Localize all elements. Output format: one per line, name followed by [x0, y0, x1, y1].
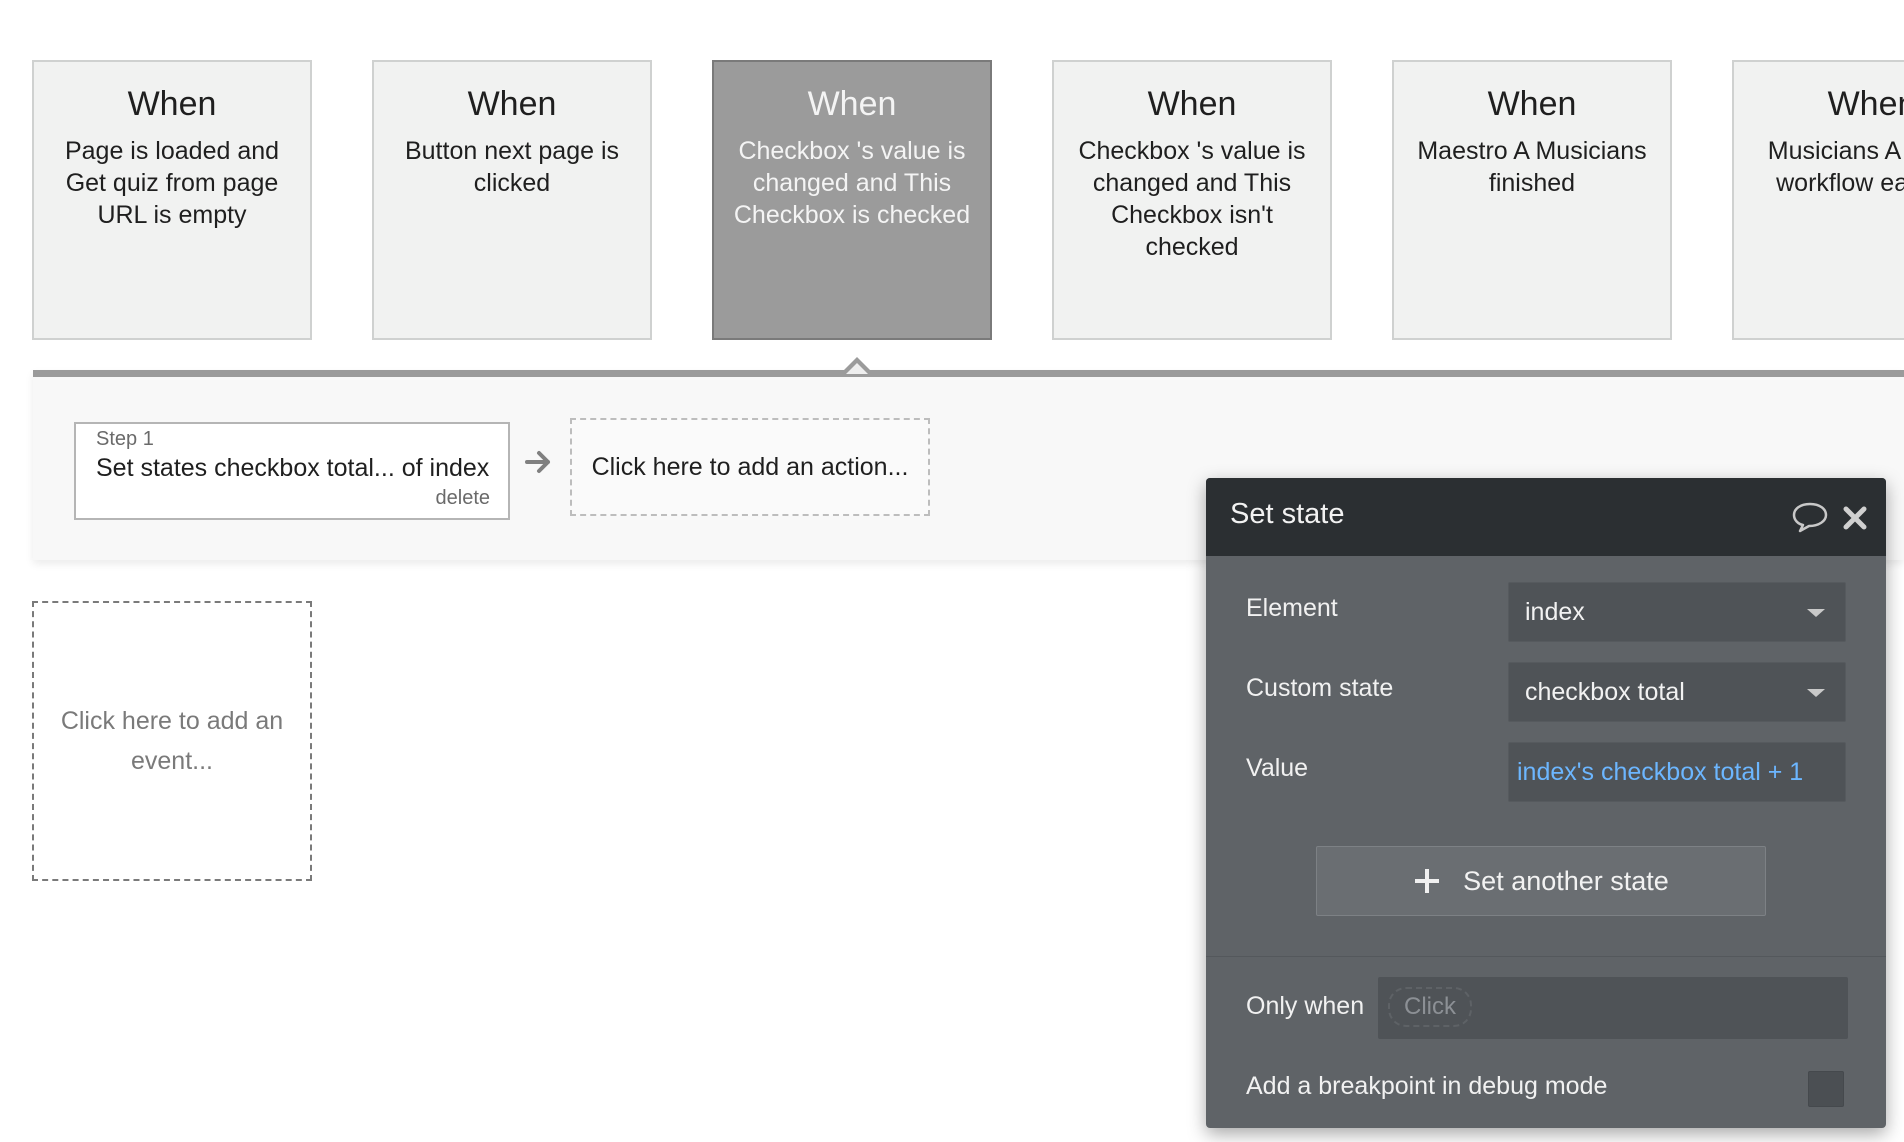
chevron-down-icon: [1807, 689, 1825, 697]
event-condition: Checkbox 's value is changed and This Ch…: [733, 136, 971, 229]
event-card-checkbox-unchecked[interactable]: When Checkbox 's value is changed and Th…: [1052, 60, 1332, 340]
event-card-maestro-finished[interactable]: When Maestro A Musicians finished: [1392, 60, 1672, 340]
event-when-label: When: [1487, 85, 1577, 123]
event-when-label: When: [127, 85, 217, 123]
step-title: Set states checkbox total... of index: [96, 454, 490, 482]
element-label: Element: [1246, 594, 1338, 622]
arrow-right-icon: [525, 451, 550, 473]
set-another-state-label: Set another state: [1463, 865, 1669, 896]
close-icon[interactable]: [1841, 504, 1869, 532]
step-number-label: Step 1: [96, 428, 154, 450]
add-event-button[interactable]: Click here to add an event...: [32, 601, 312, 881]
breakpoint-label: Add a breakpoint in debug mode: [1246, 1072, 1608, 1100]
panel-title: Set state: [1230, 498, 1345, 530]
only-when-label: Only when: [1246, 992, 1365, 1020]
add-action-button[interactable]: Click here to add an action...: [570, 418, 930, 516]
workflow-editor: When Page is loaded and Get quiz from pa…: [0, 0, 1904, 1142]
plus-icon: [1415, 869, 1440, 893]
event-card-page-loaded[interactable]: When Page is loaded and Get quiz from pa…: [32, 60, 312, 340]
event-condition: Maestro A Musicians finished: [1417, 136, 1647, 197]
event-card-button-next-page[interactable]: When Button next page is clicked: [372, 60, 652, 340]
custom-state-dropdown[interactable]: checkbox total: [1508, 662, 1846, 722]
event-when-label: When: [467, 85, 557, 123]
comment-icon[interactable]: [1791, 500, 1829, 534]
step-delete-link[interactable]: delete: [436, 487, 491, 510]
set-state-panel: Set state Element index Custom state che…: [1206, 478, 1886, 1128]
event-when-label: When: [1147, 85, 1237, 123]
event-when-label: When: [1827, 85, 1904, 123]
value-label: Value: [1246, 754, 1309, 782]
set-another-state-button[interactable]: Set another state: [1316, 846, 1766, 916]
event-condition: Button next page is clicked: [404, 136, 620, 197]
panel-header: Set state: [1206, 478, 1886, 556]
event-when-label: When: [807, 85, 897, 123]
custom-state-label: Custom state: [1246, 674, 1394, 702]
event-condition: Page is loaded and Get quiz from page UR…: [64, 136, 280, 229]
chevron-down-icon: [1807, 609, 1825, 617]
value-expression-field[interactable]: index's checkbox total + 1: [1508, 742, 1846, 802]
event-condition: Checkbox 's value is changed and This Ch…: [1078, 136, 1306, 261]
element-dropdown[interactable]: index: [1508, 582, 1846, 642]
custom-state-dropdown-value: checkbox total: [1525, 678, 1685, 706]
only-when-condition-field[interactable]: Click: [1378, 977, 1848, 1039]
breakpoint-checkbox[interactable]: [1808, 1071, 1844, 1107]
only-when-placeholder[interactable]: Click: [1388, 987, 1472, 1027]
workflow-step-card[interactable]: Step 1 Set states checkbox total... of i…: [74, 422, 510, 520]
selected-event-pointer-inner: [846, 363, 868, 374]
event-condition: Musicians A W this workflow each ce: [1767, 136, 1904, 197]
panel-divider: [1206, 956, 1886, 957]
event-card-musicians[interactable]: When Musicians A W this workflow each ce: [1732, 60, 1904, 340]
event-card-checkbox-checked[interactable]: When Checkbox 's value is changed and Th…: [712, 60, 992, 340]
element-dropdown-value: index: [1525, 598, 1585, 626]
